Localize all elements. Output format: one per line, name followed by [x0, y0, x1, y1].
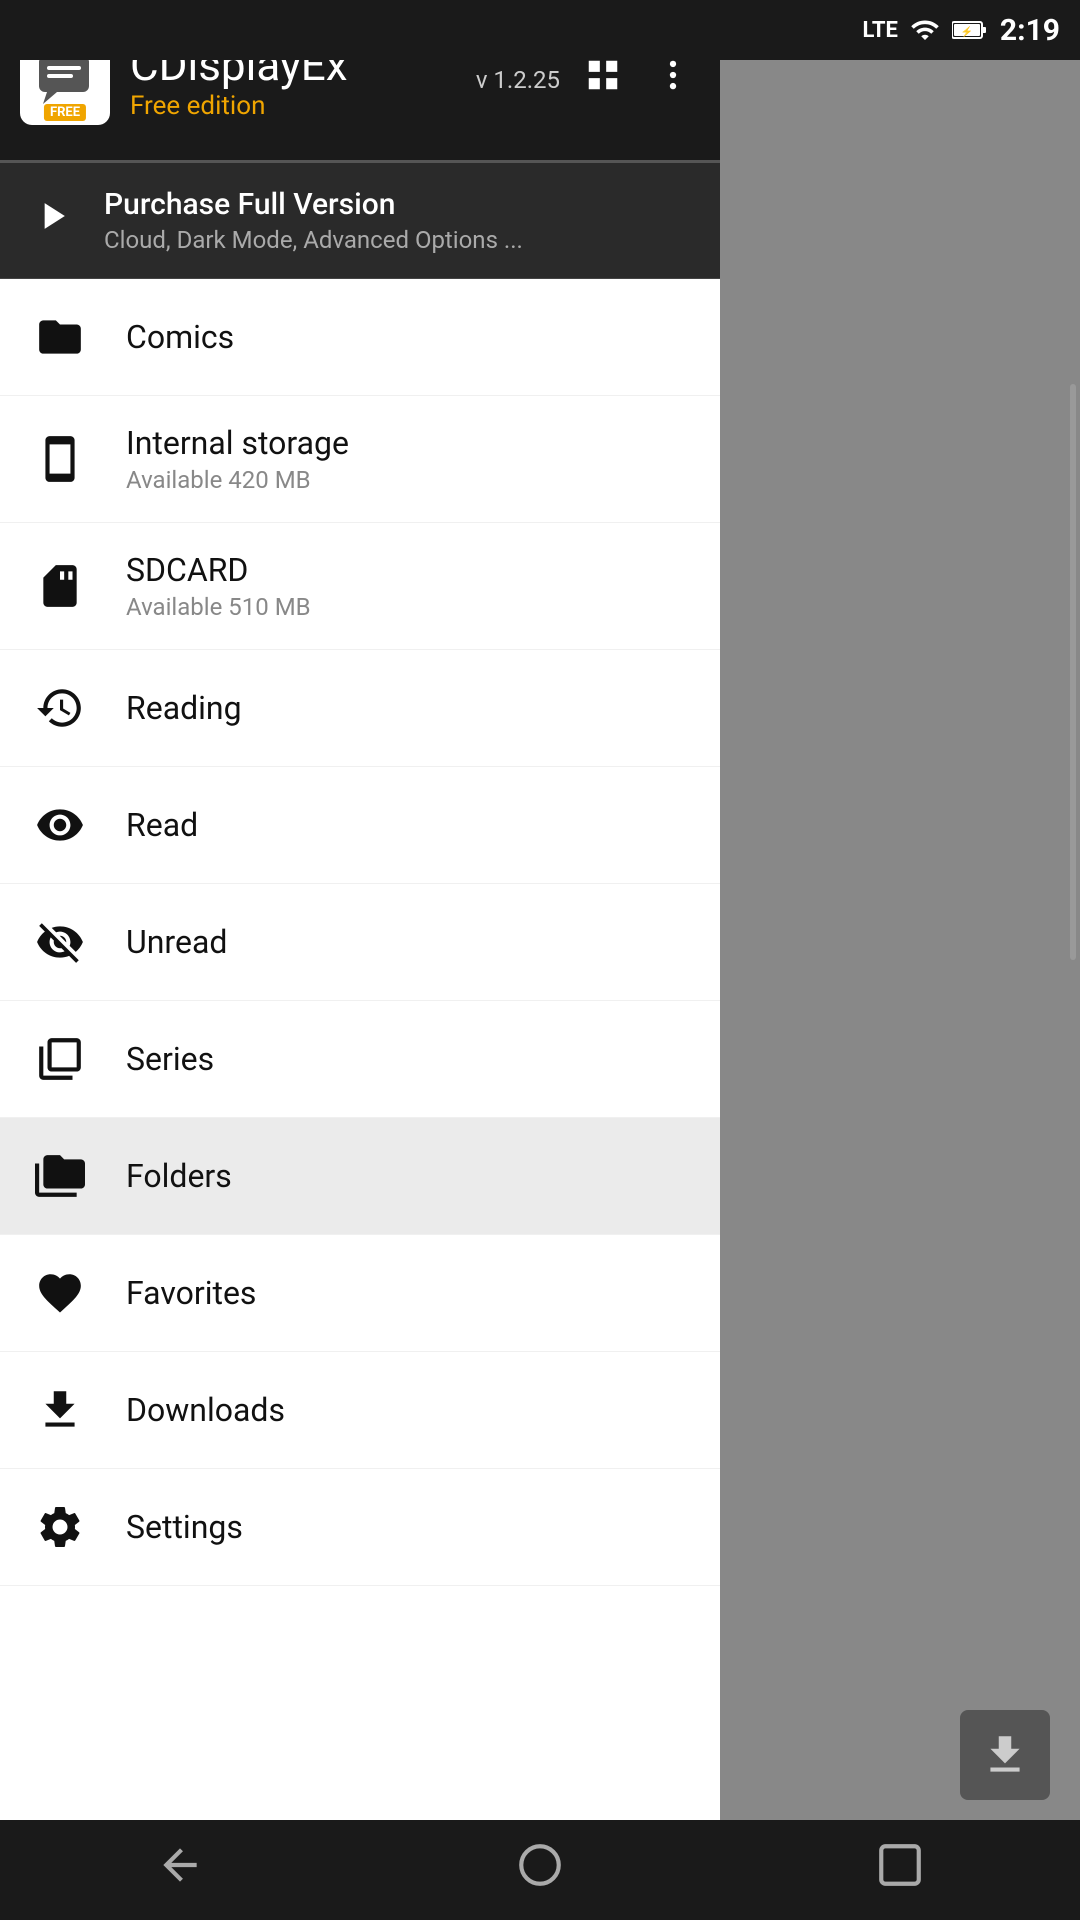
series-content: Series	[126, 1040, 214, 1078]
menu-item-unread[interactable]: Unread	[0, 884, 720, 1001]
lte-icon: LTE	[862, 18, 897, 43]
internal-storage-content: Internal storage Available 420 MB	[126, 424, 349, 494]
home-button[interactable]	[485, 1830, 595, 1911]
read-icon	[30, 795, 90, 855]
svg-text:⚡: ⚡	[961, 25, 973, 38]
folders-content: Folders	[126, 1157, 232, 1195]
recents-button[interactable]	[845, 1830, 955, 1911]
reading-content: Reading	[126, 689, 242, 727]
sdcard-content: SDCARD Available 510 MB	[126, 551, 311, 621]
home-icon	[515, 1840, 565, 1890]
signal-icon	[910, 15, 940, 45]
menu-item-settings[interactable]: Settings	[0, 1469, 720, 1586]
scrollbar	[1070, 384, 1076, 960]
menu-item-comics[interactable]: Comics	[0, 279, 720, 396]
sdcard-label: SDCARD	[126, 551, 311, 589]
folders-label: Folders	[126, 1157, 232, 1195]
comics-content: Comics	[126, 318, 234, 356]
sdcard-sublabel: Available 510 MB	[126, 593, 311, 621]
unread-content: Unread	[126, 923, 227, 961]
status-time: 2:19	[1000, 13, 1060, 48]
purchase-text-area: Purchase Full Version Cloud, Dark Mode, …	[104, 187, 523, 254]
internal-storage-sublabel: Available 420 MB	[126, 466, 349, 494]
folders-icon	[30, 1146, 90, 1206]
comics-icon	[30, 307, 90, 367]
favorites-label: Favorites	[126, 1274, 256, 1312]
app-edition: Free edition	[130, 91, 348, 121]
favorites-content: Favorites	[126, 1274, 256, 1312]
grid-icon	[584, 56, 622, 94]
menu-item-internal-storage[interactable]: Internal storage Available 420 MB	[0, 396, 720, 523]
comics-label: Comics	[126, 318, 234, 356]
menu-item-folders[interactable]: Folders	[0, 1118, 720, 1235]
play-icon	[30, 194, 74, 238]
settings-content: Settings	[126, 1508, 243, 1546]
bottom-navigation	[0, 1820, 1080, 1920]
status-icons: LTE ⚡ 2:19	[862, 13, 1060, 48]
menu-item-sdcard[interactable]: SDCARD Available 510 MB	[0, 523, 720, 650]
menu-list: Comics Internal storage Available 420 MB SD…	[0, 279, 720, 1920]
series-icon	[30, 1029, 90, 1089]
battery-icon: ⚡	[952, 15, 988, 45]
favorites-icon	[30, 1263, 90, 1323]
navigation-drawer: FREE CDisplayEx Free edition v 1.2.25	[0, 0, 720, 1920]
more-icon	[654, 56, 692, 94]
read-content: Read	[126, 806, 198, 844]
purchase-banner[interactable]: Purchase Full Version Cloud, Dark Mode, …	[0, 163, 720, 279]
downloads-label: Downloads	[126, 1391, 285, 1429]
internal-storage-icon	[30, 429, 90, 489]
sdcard-icon	[30, 556, 90, 616]
status-bar: LTE ⚡ 2:19	[0, 0, 1080, 60]
downloads-icon	[30, 1380, 90, 1440]
download-fab-icon	[980, 1730, 1030, 1780]
menu-item-reading[interactable]: Reading	[0, 650, 720, 767]
menu-item-series[interactable]: Series	[0, 1001, 720, 1118]
reading-label: Reading	[126, 689, 242, 727]
menu-item-downloads[interactable]: Downloads	[0, 1352, 720, 1469]
recents-icon	[875, 1840, 925, 1890]
downloads-content: Downloads	[126, 1391, 285, 1429]
unread-icon	[30, 912, 90, 972]
series-label: Series	[126, 1040, 214, 1078]
settings-label: Settings	[126, 1508, 243, 1546]
free-badge: FREE	[44, 104, 86, 121]
menu-item-read[interactable]: Read	[0, 767, 720, 884]
download-fab[interactable]	[960, 1710, 1050, 1800]
settings-icon	[30, 1497, 90, 1557]
reading-icon	[30, 678, 90, 738]
internal-storage-label: Internal storage	[126, 424, 349, 462]
purchase-subtitle: Cloud, Dark Mode, Advanced Options ...	[104, 226, 523, 254]
app-version: v 1.2.25	[476, 66, 560, 94]
back-button[interactable]	[125, 1830, 235, 1911]
back-icon	[155, 1840, 205, 1890]
purchase-title: Purchase Full Version	[104, 187, 523, 222]
unread-label: Unread	[126, 923, 227, 961]
menu-item-favorites[interactable]: Favorites	[0, 1235, 720, 1352]
read-label: Read	[126, 806, 198, 844]
purchase-icon	[30, 194, 74, 247]
